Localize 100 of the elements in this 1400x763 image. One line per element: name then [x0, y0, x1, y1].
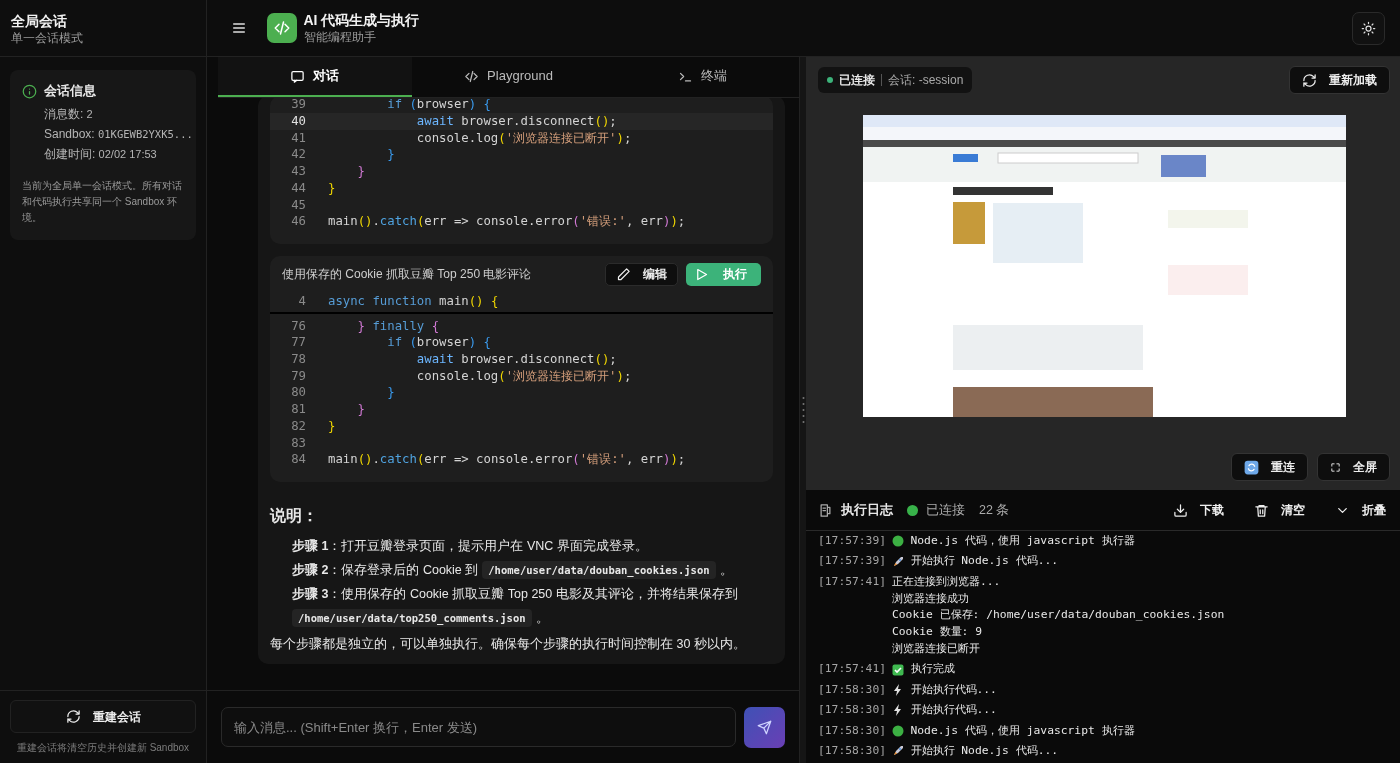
menu-icon — [231, 20, 247, 36]
log-line: 开始执行 Node.js 代码... — [910, 743, 1059, 760]
log-time: [17:58:30] — [818, 743, 886, 760]
line-number: 80 — [290, 384, 306, 402]
line-number: 76 — [290, 317, 306, 335]
code-text: await browser.disconnect(); — [415, 351, 617, 368]
code-icon — [464, 68, 480, 84]
line-number: 44 — [290, 179, 306, 197]
sun-icon — [1361, 20, 1376, 36]
menu-button[interactable] — [231, 20, 247, 36]
check-icon — [892, 663, 904, 676]
code-text: main().catch(err => console.error('错误:', err)); — [328, 451, 686, 468]
log-time: [17:58:30] — [818, 722, 886, 739]
line-number: 43 — [290, 163, 306, 180]
refresh-icon — [1302, 72, 1317, 88]
lightning-icon — [892, 684, 904, 696]
app-title: AI 代码生成与执行 — [303, 11, 420, 29]
log-time: [17:57:41] — [818, 661, 886, 678]
field-label: 创建时间: — [44, 146, 96, 163]
explanation-note: 每个步骤都是独立的，可以单独执行。确保每个步骤的执行时间控制在 30 秒以内。 — [270, 636, 747, 653]
download-icon — [1173, 502, 1188, 518]
refresh-icon — [65, 709, 81, 724]
message-input[interactable]: 输入消息... (Shift+Enter 换行，Enter 发送) — [221, 707, 736, 747]
reload-button[interactable]: 重新加载 — [1289, 66, 1390, 94]
line-number: 84 — [290, 451, 306, 468]
rebuild-hint: 重建会话将清空历史并创建新 Sandbox — [15, 741, 191, 755]
log-time: [17:58:30] — [818, 702, 886, 719]
line-number: 4 — [297, 292, 306, 310]
collapse-button[interactable]: 折叠 — [1335, 501, 1386, 519]
step-text: 。 — [535, 610, 549, 627]
code-text: } finally { — [356, 317, 440, 335]
field-value: 01KGEWB2YXK5... — [97, 127, 193, 142]
info-note: 当前为全局单一会话模式。所有对话和代码执行共享同一个 Sandbox 环境。 — [22, 179, 183, 225]
field-value: 02/02 17:53 — [98, 147, 157, 162]
status-dot-icon — [892, 535, 904, 548]
rocket-icon — [892, 745, 904, 758]
log-line: 开始执行代码... — [910, 702, 997, 719]
line-number: 83 — [290, 434, 306, 452]
log-title: 执行日志 — [841, 501, 893, 520]
log-line: 执行完成 — [910, 661, 955, 678]
log-line: 开始执行 Node.js 代码... — [910, 553, 1059, 570]
code-text: } — [386, 384, 395, 402]
rocket-icon — [892, 555, 904, 568]
step-text: 步骤 2：保存登录后的 Cookie 到 — [292, 562, 479, 579]
status-text: 已连接 — [839, 72, 875, 89]
chat-icon — [290, 68, 306, 84]
edit-button[interactable]: 编辑 — [605, 262, 678, 286]
info-icon — [22, 83, 37, 99]
sidebar-title: 全局会话 — [11, 12, 68, 30]
log-status: 已连接 — [926, 501, 965, 519]
line-number: 77 — [290, 334, 306, 352]
app-subtitle: 智能编程助手 — [303, 30, 377, 45]
line-number: 82 — [290, 417, 306, 435]
send-button[interactable] — [744, 706, 785, 748]
field-value: 2 — [86, 107, 93, 122]
code-text: if (browser) { — [386, 334, 491, 352]
sidebar-subtitle: 单一会话模式 — [11, 31, 84, 46]
log-time: [17:57:41] — [818, 573, 886, 590]
line-number: 40 — [290, 113, 306, 130]
code-text: if (browser) { — [386, 98, 491, 114]
log-line: Node.js 代码，使用 javascript 执行器 — [910, 722, 1135, 739]
line-number: 45 — [290, 196, 306, 214]
rebuild-session-button[interactable]: 重建会话 — [10, 700, 196, 733]
tab[interactable]: 对话 — [218, 57, 412, 97]
status-dot-icon — [892, 724, 904, 737]
code-text: } — [356, 401, 366, 418]
line-number: 42 — [290, 146, 306, 164]
log-count: 22 条 — [979, 501, 1010, 519]
code-text: } — [356, 163, 366, 180]
line-number: 39 — [290, 98, 306, 114]
info-title: 会话信息 — [43, 83, 96, 100]
field-label: 消息数: — [44, 106, 84, 123]
lightning-icon — [892, 704, 904, 717]
send-icon — [757, 719, 772, 735]
line-number: 81 — [290, 401, 306, 418]
field-label: Sandbox: — [44, 126, 95, 143]
line-number: 78 — [290, 351, 306, 368]
log-line: Cookie 已保存: /home/user/data/douban_cookies.json — [892, 607, 1225, 624]
fullscreen-icon — [1330, 461, 1341, 473]
code-text: main().catch(err => console.error('错误:', err)); — [328, 213, 686, 230]
code-text: async function main() { — [328, 292, 499, 310]
log-line: Node.js 代码，使用 javascript 执行器 — [910, 532, 1135, 549]
section-heading: 说明： — [270, 506, 319, 526]
code-icon — [273, 19, 291, 37]
code-text: } — [386, 146, 395, 164]
reconnect-button[interactable]: 重连 — [1231, 453, 1308, 481]
log-time: [17:57:39] — [818, 553, 886, 570]
log-line: Cookie 数量: 9 — [892, 623, 983, 640]
clear-button[interactable]: 清空 — [1254, 501, 1305, 519]
download-button[interactable]: 下载 — [1173, 501, 1224, 519]
play-icon — [694, 266, 709, 282]
step-text: 步骤 3：使用保存的 Cookie 抓取豆瓣 Top 250 电影及其评论，并将结果保存到 — [292, 586, 738, 603]
log-line: 开始执行代码... — [910, 681, 997, 698]
pencil-icon — [616, 266, 631, 282]
session-label: 会话: -session — [888, 72, 964, 89]
log-time: [17:57:39] — [818, 532, 886, 549]
step-text: 步骤 1：打开豆瓣登录页面，提示用户在 VNC 界面完成登录。 — [292, 538, 648, 555]
theme-toggle-button[interactable] — [1352, 11, 1385, 45]
code-block-title: 使用保存的 Cookie 抓取豆瓣 Top 250 电影评论 — [282, 266, 532, 284]
fullscreen-button[interactable]: 全屏 — [1317, 453, 1390, 481]
